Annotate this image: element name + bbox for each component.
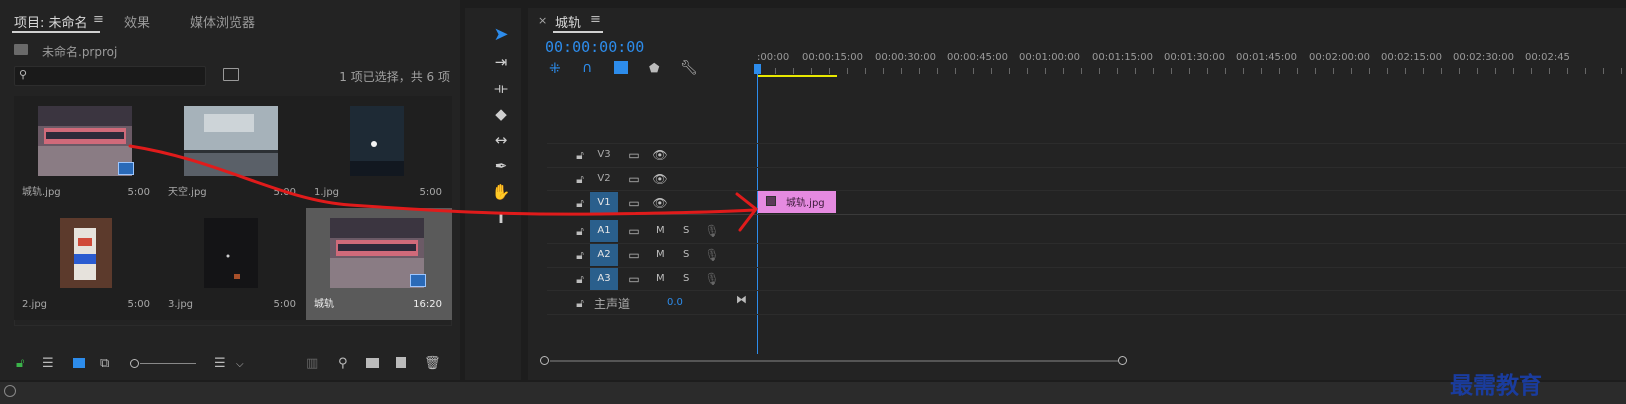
watermark: 最需教育 xyxy=(1450,372,1542,399)
annotation-arrow xyxy=(128,144,759,232)
status-bar xyxy=(0,382,1626,404)
status-progress-icon xyxy=(4,385,16,397)
